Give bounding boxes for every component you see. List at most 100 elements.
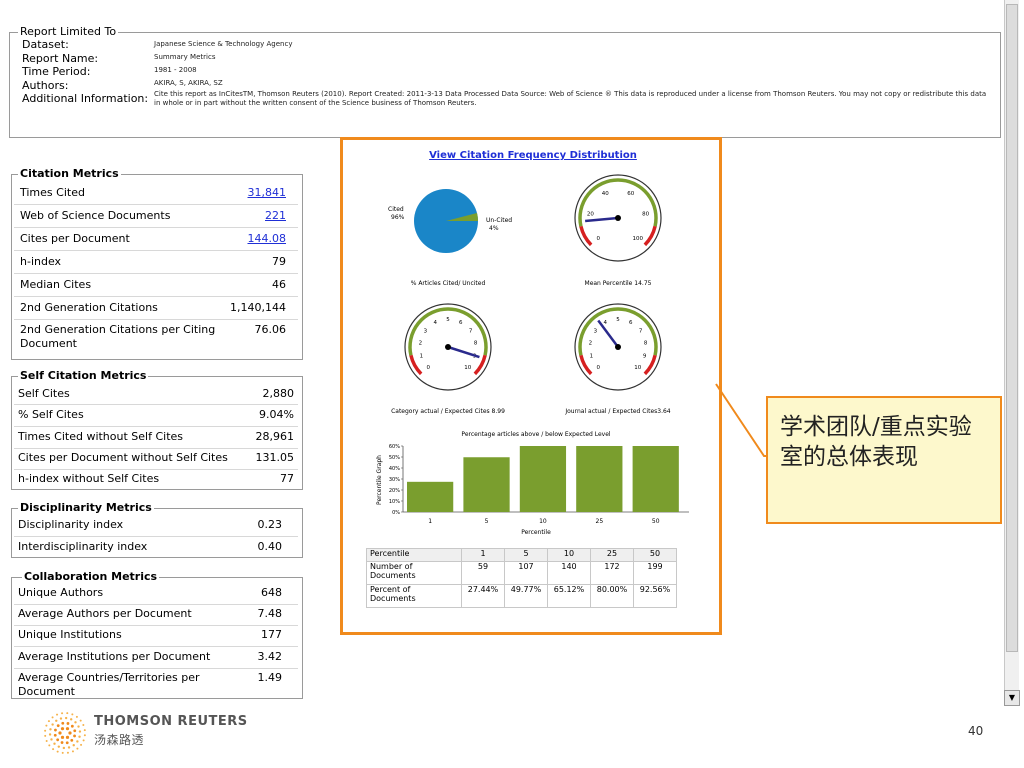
second-gen-citations-value: 1,140,144: [230, 301, 286, 314]
pct-self-cites-label: % Self Cites: [18, 408, 84, 421]
page-number: 40: [968, 724, 984, 738]
additional-info-label: Additional Information:: [22, 92, 149, 105]
avg-countries-label-2: Document: [18, 685, 75, 698]
logo-dot: [56, 713, 59, 716]
table-header-cell: 25: [590, 548, 634, 562]
logo-dot: [62, 746, 66, 750]
logo-dot: [82, 739, 85, 742]
gauge-journal-tick-label: 7: [639, 329, 643, 335]
cites-per-document-link[interactable]: 144.08: [200, 232, 287, 245]
logo-dot: [73, 729, 77, 733]
h-index-no-self-label: h-index without Self Cites: [18, 472, 160, 485]
logo-dot: [67, 746, 71, 749]
table-cell: 92.56%: [633, 584, 677, 608]
row-divider: [14, 646, 298, 647]
gauge-journal-caption: Journal actual / Expected Cites3.64: [564, 408, 670, 415]
additional-info-value: Cite this report as InCitesTM, Thomson R…: [154, 90, 987, 107]
logo-dot: [53, 742, 56, 745]
logo-dot: [70, 738, 74, 742]
logo-dot: [77, 725, 80, 728]
disciplinarity-index-value: 0.23: [257, 518, 283, 531]
table-cell: 107: [504, 561, 548, 585]
percentile-table: Percentile 1 5 10 25 50 Number of Docume…: [366, 548, 677, 608]
avg-institutions-value: 3.42: [257, 650, 283, 663]
pie-caption: % Articles Cited/ Uncited: [411, 280, 486, 287]
time-period-value: 1981 - 2008: [154, 66, 197, 74]
gauge-category-expected: Category actual / Expected Cites 8.99 01…: [391, 303, 505, 415]
gauge-journal-tick-label: 0: [596, 365, 600, 371]
table-cell: 80.00%: [590, 584, 634, 608]
footer-brand-cn: 汤森路透: [94, 733, 145, 747]
logo-dot: [60, 727, 65, 731]
bar-chart-x-tick-label: 10: [539, 518, 547, 525]
logo-dot: [53, 733, 57, 737]
bar-chart: Percentage articles above / below Expect…: [376, 431, 689, 536]
bar-chart-bar: [407, 481, 454, 512]
self-cites-value: 2,880: [262, 387, 295, 400]
gauge-journal-tick-label: 5: [616, 317, 620, 323]
gauge-journal-tick-label: 9: [643, 354, 647, 360]
logo-dot: [69, 718, 73, 721]
logo-dot: [66, 751, 69, 754]
bar-chart-y-tick-label: 50%: [389, 455, 400, 461]
bar-chart-bar: [519, 446, 567, 512]
logo-dot: [56, 738, 60, 742]
report-name-label: Report Name:: [22, 52, 99, 65]
bar-chart-y-tick-label: 40%: [389, 466, 400, 472]
gauge-journal-tick-label: 1: [590, 354, 594, 360]
h-index-no-self-value: 77: [280, 472, 294, 485]
logo-dot: [60, 735, 65, 739]
avg-authors-label: Average Authors per Document: [18, 607, 192, 620]
gauge-category-tick-label: 6: [459, 320, 463, 326]
times-cited-no-self-label: Times Cited without Self Cites: [18, 430, 184, 443]
unique-authors-value: 648: [261, 586, 282, 599]
logo-dot: [78, 735, 81, 738]
gauge-category-tick-label: 2: [419, 341, 423, 347]
logo-dot: [44, 734, 47, 737]
gauge-category-tick-label: 4: [434, 320, 438, 326]
scroll-down-button[interactable]: ▼: [1004, 690, 1020, 706]
logo-dot: [65, 727, 70, 731]
view-citation-frequency-text[interactable]: View Citation Frequency Distribution: [429, 150, 637, 161]
interdisciplinarity-index-label: Interdisciplinarity index: [18, 540, 148, 553]
logo-dot: [45, 739, 48, 742]
dataset-value: Japanese Science & Technology Agency: [154, 40, 293, 48]
logo-dot: [61, 712, 64, 715]
second-gen-per-citing-label: 2nd Generation Citations per Citing: [20, 323, 216, 336]
logo-dot: [65, 735, 70, 739]
bar-chart-xlabel: Percentile: [521, 529, 551, 536]
gauge-category-tick-label: 3: [424, 329, 428, 335]
dataset-label: Dataset:: [22, 38, 69, 51]
logo-dot: [49, 728, 52, 731]
times-cited-no-self-value: 28,961: [255, 430, 295, 443]
view-citation-frequency-link[interactable]: View Citation Frequency Distribution: [429, 150, 637, 161]
table-row-label: Number of Documents: [366, 561, 462, 585]
bar-chart-x-tick-label: 25: [596, 518, 604, 525]
logo-dot: [71, 750, 74, 753]
gauge-category-tick-label: 10: [464, 365, 471, 371]
bar-chart-bar: [632, 446, 679, 512]
logo-dot: [56, 750, 59, 753]
pie-cited-label: Cited: [388, 206, 404, 213]
scrollbar-thumb[interactable]: [1006, 4, 1018, 652]
bar-chart-title: Percentage articles above / below Expect…: [461, 431, 610, 438]
gauge-category-tick-label: 8: [474, 341, 478, 347]
table-cell: 140: [547, 561, 591, 585]
logo-dot: [66, 722, 70, 725]
row-divider: [14, 625, 298, 626]
row-divider: [14, 448, 298, 449]
cites-per-document-label: Cites per Document: [20, 232, 130, 245]
second-gen-per-citing-value: 76.06: [254, 323, 287, 336]
authors-label: Authors:: [22, 79, 69, 92]
table-cell: 199: [633, 561, 677, 585]
times-cited-link[interactable]: 31,841: [200, 186, 287, 199]
h-index-label: h-index: [20, 255, 62, 268]
row-divider: [14, 426, 298, 427]
wos-documents-label: Web of Science Documents: [20, 209, 171, 222]
table-header-cell: Percentile: [366, 548, 462, 562]
avg-countries-label: Average Countries/Territories per: [18, 671, 200, 684]
logo-dot: [54, 728, 57, 732]
logo-dot: [50, 738, 53, 741]
wos-documents-link[interactable]: 221: [200, 209, 286, 222]
callout-text: 学术团队/重点实验室的总体表现: [780, 414, 972, 470]
